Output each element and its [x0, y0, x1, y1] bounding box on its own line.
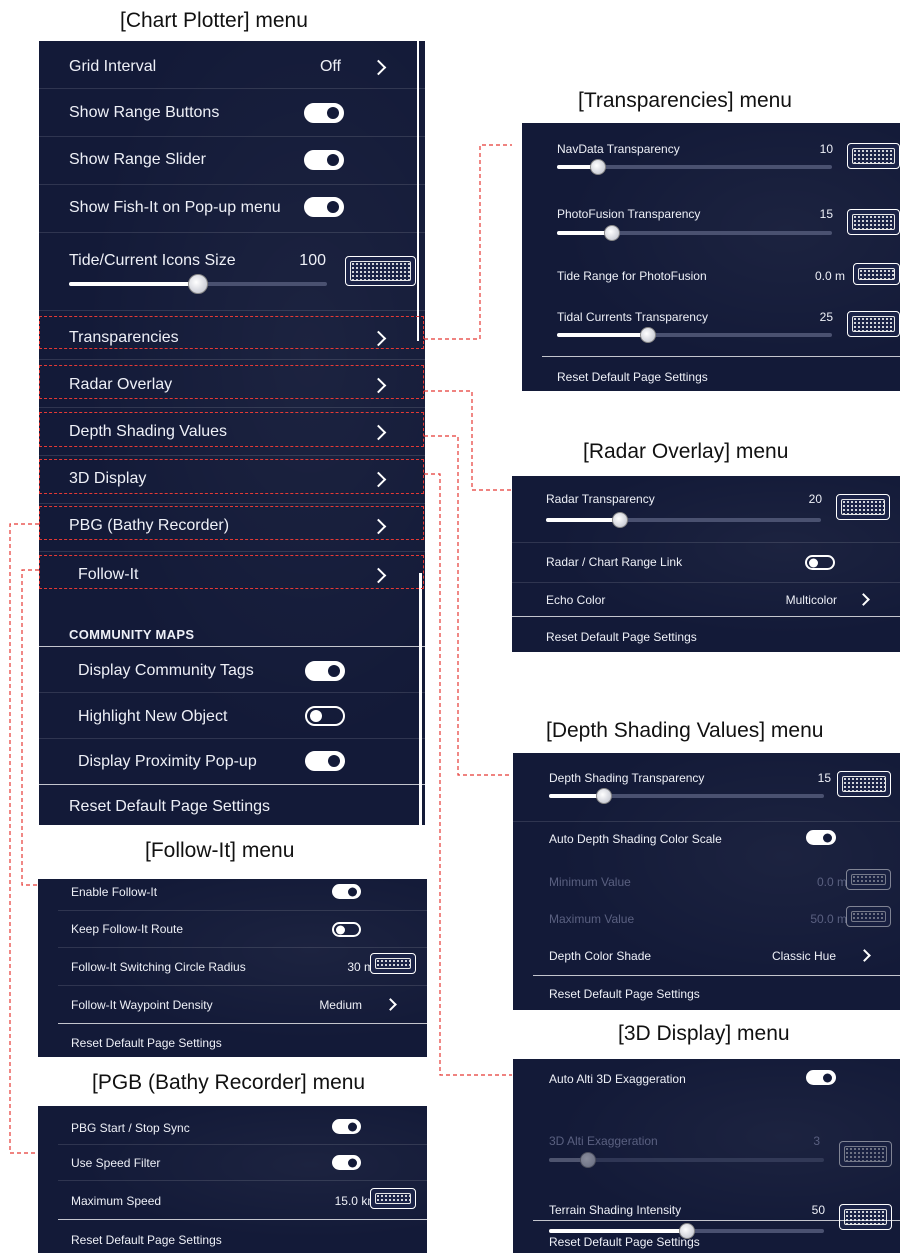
callout-connectors	[9, 144, 512, 1154]
